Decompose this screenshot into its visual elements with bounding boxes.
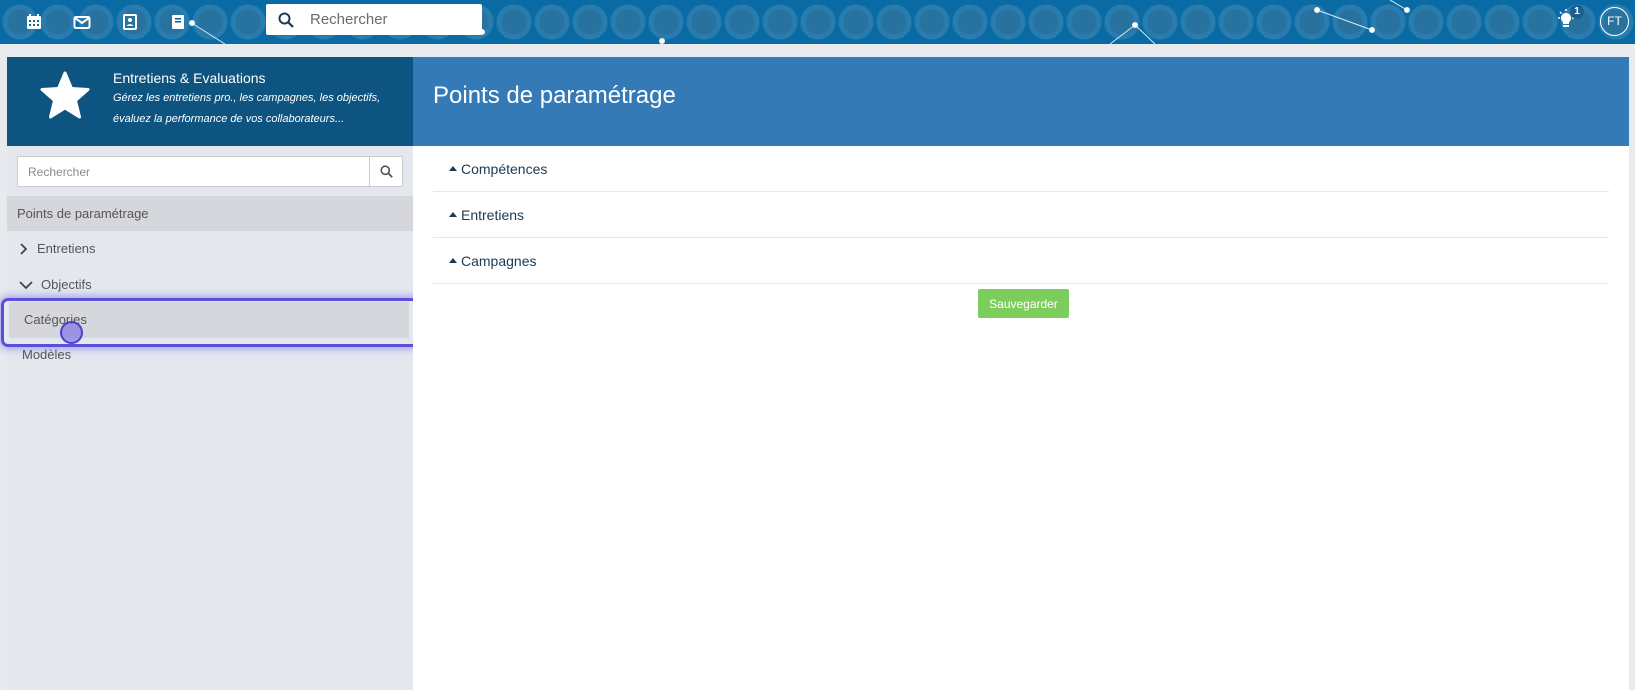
- user-avatar[interactable]: FT: [1600, 7, 1629, 36]
- sidebar-search-input[interactable]: [18, 157, 369, 186]
- caret-up-icon: [449, 257, 457, 263]
- notifications-button[interactable]: 1: [1554, 5, 1584, 34]
- search-icon: [266, 12, 306, 28]
- page-title: Points de paramétrage: [433, 82, 676, 109]
- global-search-input[interactable]: [306, 11, 466, 28]
- top-bar: 1 FT: [0, 0, 1635, 44]
- sidebar-search-button[interactable]: [369, 157, 402, 186]
- book-icon[interactable]: [166, 10, 190, 34]
- accordion-campagnes[interactable]: Campagnes: [433, 238, 1609, 284]
- sidebar-item-objectifs[interactable]: Objectifs: [7, 267, 413, 303]
- app-header: Entretiens & Evaluations Gérez les entre…: [7, 57, 413, 146]
- sidebar-item-label: Objectifs: [41, 277, 92, 292]
- sidebar-section-title: Points de paramétrage: [7, 196, 413, 231]
- app-description: Gérez les entretiens pro., les campagnes…: [113, 92, 381, 125]
- chevron-down-icon: [19, 281, 33, 290]
- sidebar-item-label: Entretiens: [37, 241, 96, 256]
- accordion-label: Entretiens: [461, 207, 525, 223]
- contacts-icon[interactable]: [118, 10, 142, 34]
- mail-icon[interactable]: [70, 10, 94, 34]
- sidebar-item-categories[interactable]: Catégories: [9, 302, 409, 338]
- sidebar: Points de paramétrage Entretiens Objecti…: [7, 146, 413, 690]
- network-background: [189, 0, 1410, 44]
- notification-badge: 1: [1570, 5, 1584, 19]
- page-header: Points de paramétrage: [413, 57, 1629, 146]
- accordion-competences[interactable]: Compétences: [433, 146, 1609, 192]
- sidebar-item-modeles[interactable]: Modèles: [7, 337, 413, 373]
- save-button[interactable]: Sauvegarder: [978, 289, 1069, 318]
- sidebar-search: [17, 156, 403, 187]
- chevron-right-icon: [20, 243, 28, 255]
- main-content: Compétences Entretiens Campagnes Sauvega…: [413, 146, 1629, 690]
- caret-up-icon: [449, 211, 457, 217]
- calendar-icon[interactable]: [22, 10, 46, 34]
- accordion-label: Campagnes: [461, 253, 537, 269]
- accordion-entretiens[interactable]: Entretiens: [433, 192, 1609, 238]
- accordion-label: Compétences: [461, 161, 548, 177]
- app-title: Entretiens & Evaluations: [113, 70, 266, 86]
- global-search[interactable]: [266, 4, 482, 35]
- caret-up-icon: [449, 165, 457, 171]
- search-icon: [379, 165, 393, 178]
- sidebar-item-entretiens[interactable]: Entretiens: [7, 231, 413, 267]
- star-icon: [40, 71, 90, 119]
